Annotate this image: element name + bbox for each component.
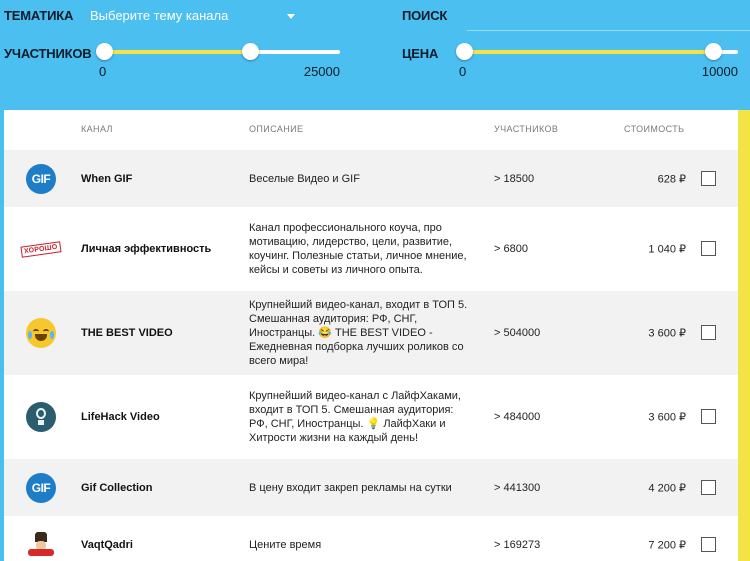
slider-max-value: 10000	[701, 64, 738, 79]
channel-members: > 484000	[494, 411, 541, 423]
slider-fill	[464, 50, 714, 54]
channel-description: Цените время	[249, 538, 322, 551]
channel-description: Веселые Видео и GIF	[249, 172, 360, 185]
channel-name[interactable]: LifeHack Video	[81, 411, 160, 423]
laughing-emoji-icon	[26, 318, 56, 348]
table-header: КАНАЛ ОПИСАНИЕ УЧАСТНИКОВ СТОИМОСТЬ	[4, 110, 738, 150]
stamp-icon: ХОРОШО	[20, 234, 62, 264]
gif-icon: GIF	[26, 163, 56, 194]
table-row[interactable]: THE BEST VIDEO Крупнейший видео-канал, в…	[4, 291, 738, 375]
select-checkbox[interactable]	[701, 479, 716, 495]
select-checkbox[interactable]	[701, 170, 716, 186]
channel-members: > 169273	[494, 538, 541, 551]
channel-price: 628 ₽	[657, 173, 686, 185]
theme-label: ТЕМАТИКА	[4, 8, 74, 23]
table-row[interactable]: ХОРОШО Личная эффективность Канал профес…	[4, 207, 738, 291]
channel-description: Крупнейший видео-канал с ЛайфХаками, вхо…	[249, 390, 461, 444]
slider-min-value: 0	[459, 64, 467, 79]
stamp-icon-text: ХОРОШО	[20, 240, 62, 258]
slider-min-handle[interactable]	[456, 43, 473, 60]
channel-name[interactable]: VaqtQadri	[81, 539, 133, 551]
theme-select-value: Выберите тему канала	[90, 8, 229, 23]
channel-members: > 18500	[494, 172, 535, 185]
vaqtqadri-logo-icon	[26, 530, 56, 560]
channel-members: > 504000	[494, 327, 541, 339]
bulb-glass	[36, 408, 46, 419]
table-row[interactable]: GIF Gif Collection В цену входит закреп …	[4, 459, 738, 516]
slider-max-handle[interactable]	[242, 43, 260, 60]
logo-ribbon	[28, 548, 54, 556]
select-checkbox[interactable]	[701, 536, 716, 552]
channel-price: 7 200 ₽	[648, 539, 686, 551]
select-checkbox[interactable]	[701, 409, 716, 424]
chevron-down-icon	[287, 14, 295, 19]
table-row[interactable]: LifeHack Video Крупнейший видео-канал с …	[4, 375, 738, 459]
channel-description: В цену входит закреп рекламы на сутки	[249, 481, 452, 494]
channel-name[interactable]: THE BEST VIDEO	[81, 327, 173, 339]
price-label: ЦЕНА	[402, 46, 439, 61]
channel-price: 3 600 ₽	[648, 411, 686, 424]
gif-icon: GIF	[26, 472, 56, 503]
table-row[interactable]: VaqtQadri Цените время > 169273 7 200 ₽	[4, 516, 738, 561]
slider-fill	[104, 50, 251, 54]
channel-price: 1 040 ₽	[648, 243, 686, 256]
accent-sidebar	[738, 110, 750, 561]
select-checkbox[interactable]	[701, 325, 716, 340]
channel-description: Канал профессионального коуча, про мотив…	[249, 222, 467, 276]
column-header-members[interactable]: УЧАСТНИКОВ	[494, 124, 558, 134]
channel-description: Крупнейший видео-канал, входит в ТОП 5. …	[249, 299, 468, 367]
channel-price: 4 200 ₽	[648, 482, 686, 494]
channels-table: КАНАЛ ОПИСАНИЕ УЧАСТНИКОВ СТОИМОСТЬ GIF …	[4, 110, 738, 561]
column-header-description: ОПИСАНИЕ	[249, 124, 304, 134]
column-header-cost[interactable]: СТОИМОСТЬ	[624, 124, 684, 134]
search-label: ПОИСК	[402, 8, 448, 23]
search-input[interactable]	[467, 4, 750, 31]
lightbulb-icon	[26, 402, 56, 432]
channel-price: 3 600 ₽	[648, 327, 686, 340]
bulb-base	[38, 420, 44, 425]
slider-min-value: 0	[99, 64, 107, 79]
members-range-slider[interactable]: 0 25000	[96, 42, 340, 79]
emoji-mouth	[35, 334, 47, 341]
slider-max-value: 25000	[303, 64, 340, 79]
channel-name[interactable]: When GIF	[81, 173, 132, 185]
emoji-tear	[50, 331, 54, 339]
select-checkbox[interactable]	[701, 241, 716, 256]
column-header-channel[interactable]: КАНАЛ	[81, 124, 113, 134]
slider-max-handle[interactable]	[705, 43, 723, 60]
channel-members: > 441300	[494, 481, 541, 494]
theme-select[interactable]: Выберите тему канала	[90, 8, 295, 28]
channel-members: > 6800	[494, 243, 528, 255]
channel-name[interactable]: Gif Collection	[81, 482, 153, 494]
table-row[interactable]: GIF When GIF Веселые Видео и GIF > 18500…	[4, 150, 738, 207]
slider-min-handle[interactable]	[96, 43, 113, 60]
emoji-tear	[28, 331, 32, 339]
channel-name[interactable]: Личная эффективность	[81, 243, 211, 255]
price-range-slider[interactable]: 0 10000	[456, 42, 738, 79]
members-label: УЧАСТНИКОВ	[4, 46, 92, 61]
